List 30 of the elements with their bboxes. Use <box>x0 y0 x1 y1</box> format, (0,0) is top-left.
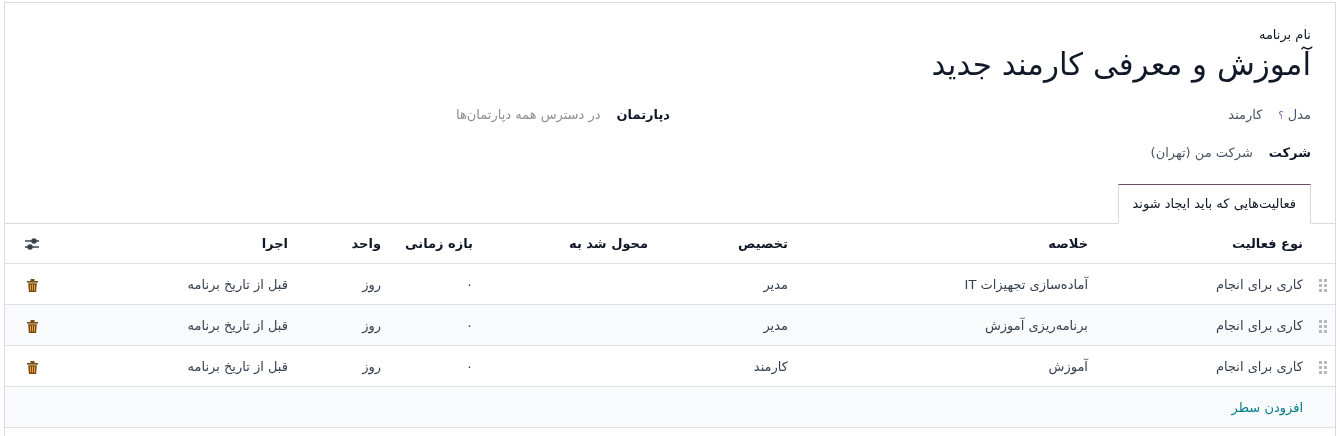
field-label: مدل <box>1287 106 1311 125</box>
table-cell: برنامه‌ریزی آموزش <box>796 304 1096 346</box>
drag-handle-icon[interactable] <box>1319 319 1327 333</box>
column-header[interactable]: اجرا <box>59 223 296 264</box>
delete-icon[interactable] <box>26 319 38 333</box>
table-cell: کاری برای انجام <box>1096 304 1311 346</box>
table-cell: ۰ <box>389 304 481 346</box>
field-value[interactable]: شرکت من (تهران) <box>1150 142 1253 163</box>
column-header[interactable]: بازه زمانی <box>389 223 481 264</box>
field-label: نام برنامه <box>1257 26 1311 45</box>
column-header[interactable]: خلاصه <box>796 223 1096 264</box>
delete-icon[interactable] <box>26 278 38 292</box>
add-line-link[interactable]: افزودن سطر <box>1231 399 1303 415</box>
program-title: آموزش و معرفی کارمند جدید <box>930 44 1311 84</box>
drag-handle-icon[interactable] <box>1319 278 1327 292</box>
tab[interactable]: فعالیت‌هایی که باید ایجاد شوند <box>1117 184 1311 224</box>
table-cell: مدیر <box>656 304 796 346</box>
column-header[interactable]: نوع فعالیت <box>1096 223 1311 264</box>
field-label: شرکت <box>1268 143 1311 162</box>
column-header[interactable]: تخصیص <box>656 223 796 264</box>
field-value[interactable]: کارمند <box>1228 105 1263 125</box>
help-mark[interactable]: ؟ <box>1278 108 1284 124</box>
table-cell: روز <box>296 304 389 346</box>
column-header[interactable]: واحد <box>296 223 389 264</box>
table-cell: قبل از تاریخ برنامه <box>59 304 296 346</box>
column-header[interactable]: محول شد به <box>481 223 656 264</box>
field-label: دپارتمان <box>616 106 670 125</box>
drag-handle-icon[interactable] <box>1319 360 1327 374</box>
settings-icon[interactable] <box>25 238 39 251</box>
delete-icon[interactable] <box>26 360 38 374</box>
